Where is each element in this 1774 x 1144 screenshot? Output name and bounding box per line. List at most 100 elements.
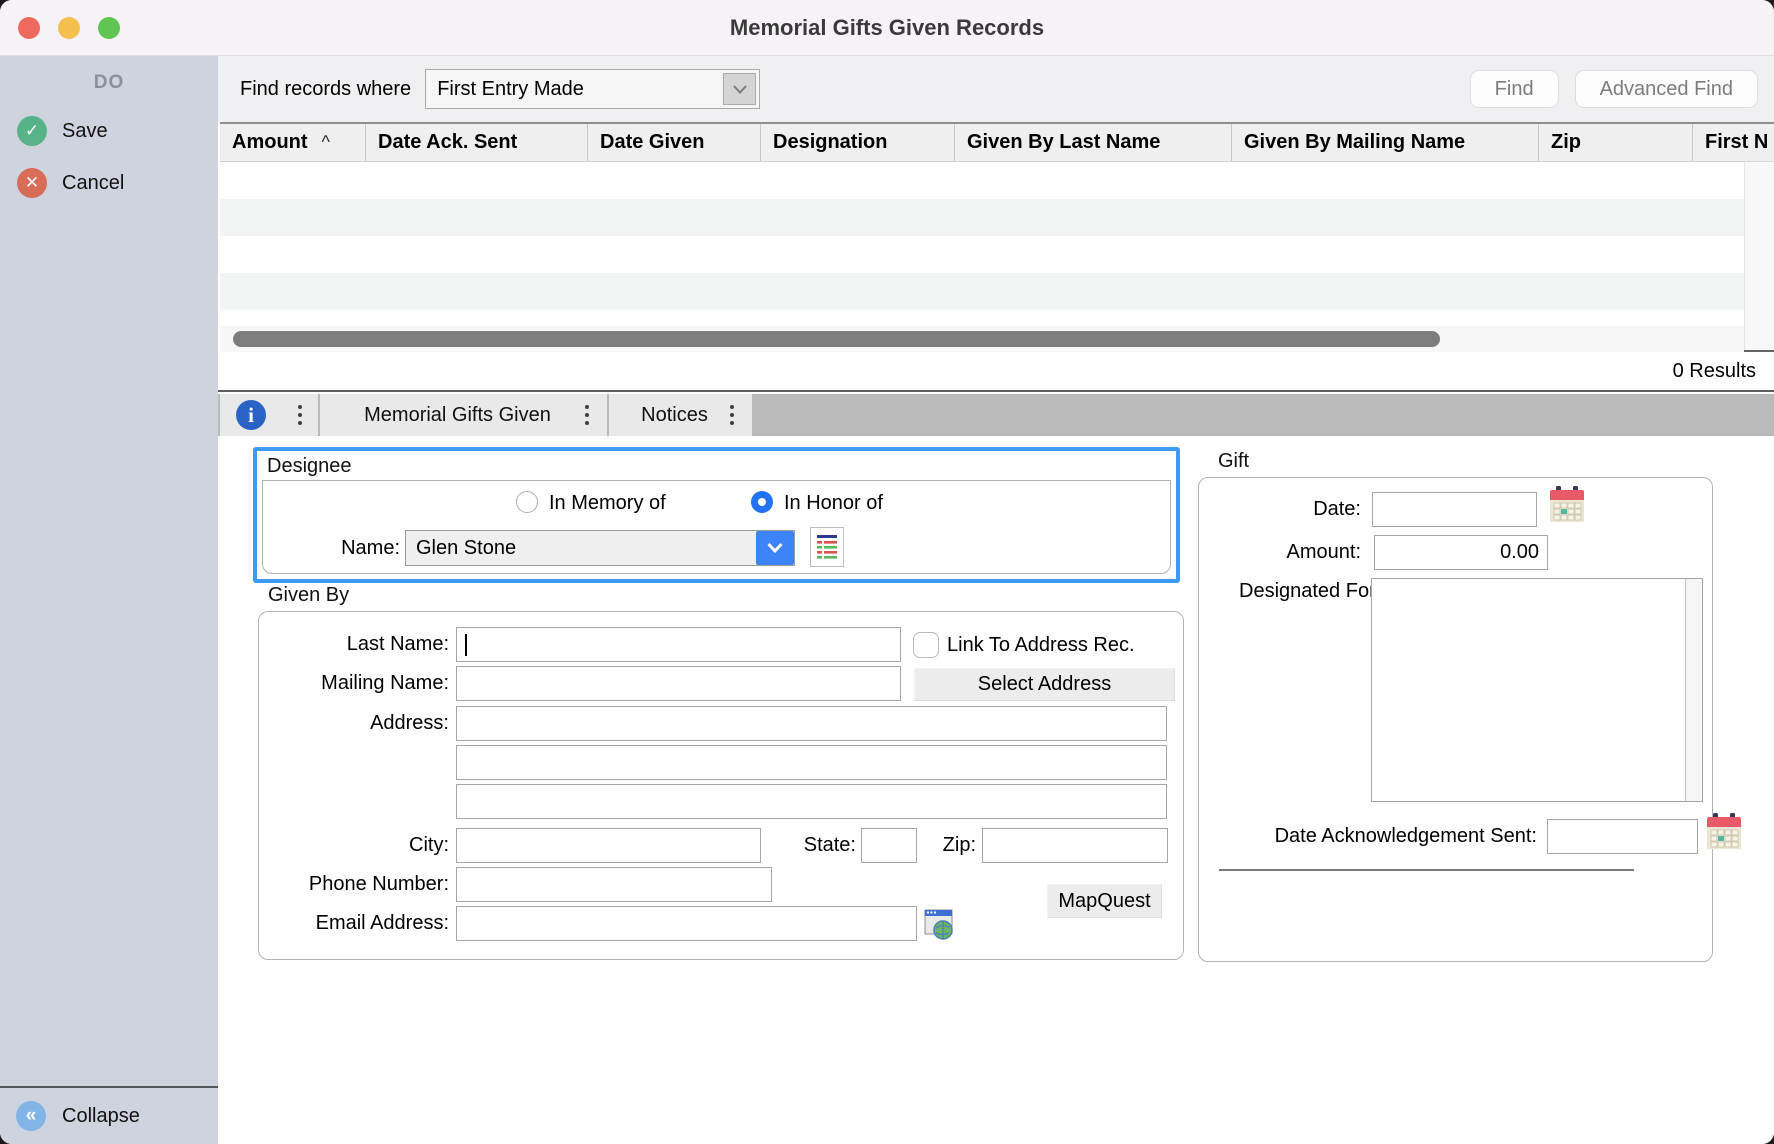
column-header-date-given[interactable]: Date Given (588, 124, 761, 161)
content-area: Find records where First Entry Made Find… (218, 56, 1774, 1144)
column-header-date-ack-sent[interactable]: Date Ack. Sent (366, 124, 588, 161)
column-header-zip[interactable]: Zip (1539, 124, 1693, 161)
email-address-label: Email Address: (259, 906, 449, 941)
in-memory-of-radio[interactable] (516, 491, 538, 513)
vertical-scrollbar[interactable] (1744, 162, 1774, 350)
table-row (220, 236, 1744, 273)
find-records-label: Find records where (240, 78, 411, 101)
results-count: 0 Results (1673, 360, 1756, 383)
column-label: Zip (1551, 131, 1581, 154)
traffic-lights (18, 17, 120, 39)
phone-number-field[interactable] (456, 867, 772, 902)
designee-name-dropdown[interactable]: Glen Stone (405, 530, 795, 566)
date-ack-calendar-button[interactable] (1706, 813, 1742, 856)
tab-label: Memorial Gifts Given (334, 404, 581, 427)
window-title: Memorial Gifts Given Records (730, 15, 1044, 41)
gift-amount-field[interactable] (1374, 535, 1548, 570)
collapse-button[interactable]: « Collapse (0, 1086, 218, 1144)
column-label: Date Given (600, 131, 704, 154)
advanced-find-button[interactable]: Advanced Find (1575, 70, 1758, 108)
tab-info[interactable]: i (220, 394, 318, 436)
column-header-amount[interactable]: Amount ^ (220, 124, 366, 161)
name-label: Name: (297, 531, 400, 566)
state-field[interactable] (861, 828, 917, 863)
calendar-icon (1706, 813, 1742, 851)
find-bar: Find records where First Entry Made Find… (218, 56, 1774, 122)
save-check-icon: ✓ (17, 116, 47, 146)
chevron-down-icon (723, 73, 756, 105)
value-list-button[interactable] (810, 527, 844, 567)
info-icon[interactable]: i (236, 400, 266, 430)
last-name-label: Last Name: (259, 627, 449, 662)
find-button[interactable]: Find (1470, 70, 1559, 108)
zip-label: Zip: (919, 828, 976, 863)
column-header-designation[interactable]: Designation (761, 124, 955, 161)
table-row (220, 310, 1744, 326)
save-button[interactable]: ✓ Save (0, 116, 218, 146)
address-line3-field[interactable] (456, 784, 1167, 819)
results-list: Amount ^ Date Ack. Sent Date Given Desig… (220, 122, 1774, 352)
table-row (220, 199, 1744, 236)
results-rows (220, 162, 1744, 326)
address-line1-field[interactable] (456, 706, 1167, 741)
in-memory-of-label: In Memory of (549, 491, 666, 515)
column-header-given-by-mailing-name[interactable]: Given By Mailing Name (1232, 124, 1539, 161)
zip-field[interactable] (982, 828, 1168, 863)
link-to-address-checkbox[interactable] (913, 632, 939, 658)
address-label: Address: (259, 706, 449, 741)
open-url-button[interactable] (924, 909, 954, 946)
gift-date-label: Date: (1199, 492, 1361, 527)
tab-menu-icon[interactable] (581, 401, 593, 429)
tab-menu-icon[interactable] (294, 401, 306, 429)
mapquest-button[interactable]: MapQuest (1047, 884, 1162, 918)
save-label: Save (62, 120, 108, 143)
zoom-window-icon[interactable] (98, 17, 120, 39)
close-window-icon[interactable] (18, 17, 40, 39)
gift-amount-label: Amount: (1199, 535, 1361, 570)
horizontal-scrollbar[interactable] (220, 326, 1744, 352)
designated-for-field[interactable] (1371, 578, 1703, 802)
find-field-value: First Entry Made (426, 78, 723, 101)
text-cursor (465, 634, 467, 656)
sidebar-heading: DO (0, 72, 218, 94)
email-address-field[interactable] (456, 906, 917, 941)
minimize-window-icon[interactable] (58, 17, 80, 39)
state-label: State: (779, 828, 856, 863)
tab-bar: i Memorial Gifts Given Notices (218, 394, 1774, 436)
cancel-button[interactable]: ✕ Cancel (0, 168, 218, 198)
link-to-address-label: Link To Address Rec. (947, 632, 1135, 658)
chevron-down-icon[interactable] (756, 531, 794, 565)
gift-title: Gift (1218, 450, 1249, 473)
date-ack-field[interactable] (1547, 819, 1698, 854)
tab-label: Notices (623, 404, 726, 427)
app-window: Memorial Gifts Given Records DO ✓ Save ✕… (0, 0, 1774, 1144)
find-field-dropdown[interactable]: First Entry Made (425, 69, 760, 109)
column-header-given-by-last-name[interactable]: Given By Last Name (955, 124, 1232, 161)
select-address-button[interactable]: Select Address (914, 668, 1175, 701)
collapse-chevrons-icon: « (16, 1101, 46, 1131)
designee-name-value: Glen Stone (406, 537, 756, 560)
address-line2-field[interactable] (456, 745, 1167, 780)
date-calendar-button[interactable] (1549, 486, 1585, 529)
mailing-name-field[interactable] (456, 666, 901, 701)
record-form: Designee In Memory of In Honor of Name: … (218, 436, 1774, 1144)
column-label: Date Ack. Sent (378, 131, 517, 154)
designated-for-scrollbar[interactable] (1685, 579, 1702, 801)
title-bar: Memorial Gifts Given Records (0, 0, 1774, 56)
city-label: City: (259, 828, 449, 863)
tab-notices[interactable]: Notices (609, 394, 752, 436)
last-name-field[interactable] (456, 627, 901, 662)
column-label: Amount (232, 131, 308, 154)
column-label: First N (1705, 131, 1768, 154)
gift-date-field[interactable] (1372, 492, 1537, 527)
tab-menu-icon[interactable] (726, 401, 738, 429)
column-header-first-name[interactable]: First N (1693, 124, 1774, 161)
tab-memorial-gifts-given[interactable]: Memorial Gifts Given (320, 394, 607, 436)
column-label: Given By Last Name (967, 131, 1160, 154)
horizontal-scrollbar-thumb[interactable] (233, 331, 1440, 347)
given-by-group-box: Last Name: Link To Address Rec. Mailing … (258, 611, 1184, 960)
browser-globe-icon (924, 909, 954, 941)
in-honor-of-radio[interactable] (751, 491, 773, 513)
phone-number-label: Phone Number: (259, 867, 449, 902)
city-field[interactable] (456, 828, 761, 863)
